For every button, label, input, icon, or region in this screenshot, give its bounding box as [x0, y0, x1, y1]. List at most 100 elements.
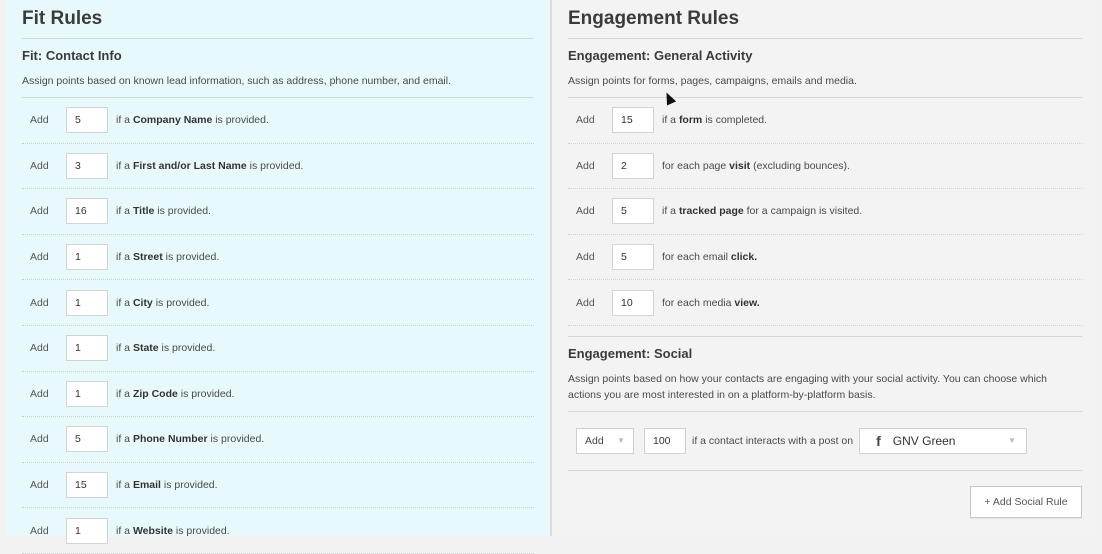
rule-row: Add 5 if a Phone Number is provided. [22, 417, 534, 463]
social-points-input[interactable]: 100 [644, 427, 686, 454]
rule-points-input[interactable]: 1 [66, 335, 108, 362]
rule-text-pre: for each page [662, 159, 730, 172]
rule-text: if a form is completed. [662, 114, 767, 126]
rule-row: Add 1 if a State is provided. [22, 326, 534, 372]
rule-points-input[interactable]: 3 [66, 152, 108, 179]
rule-field-name: Phone Number [132, 433, 208, 446]
rule-field-name: Website [132, 524, 174, 537]
rule-text-pre: if a [116, 433, 133, 446]
rule-text: if a Phone Number is provided. [116, 433, 264, 445]
rule-row: Add 3 if a First and/or Last Name is provi… [22, 144, 534, 190]
rule-add-label: Add [30, 296, 49, 309]
rule-points-input[interactable]: 1 [66, 517, 108, 544]
rule-points-input[interactable]: 15 [612, 107, 654, 134]
rule-text-post: is completed. [702, 114, 768, 127]
fit-rules-list: Add 5 if a Company Name is provided. Add 3 if… [22, 98, 534, 554]
rule-points-input[interactable]: 5 [66, 107, 108, 134]
rule-text-post: for a campaign is visited. [743, 205, 863, 218]
rule-add-label: Add [576, 114, 595, 127]
facebook-icon: f [876, 432, 881, 449]
rule-add-label: Add [30, 342, 49, 355]
rule-field-name: visit [729, 159, 751, 172]
rule-row: Add 15 if a Email is provided. [22, 463, 534, 509]
rule-text-post: is provided. [154, 205, 211, 218]
engagement-social-title: Engagement: Social [568, 335, 1082, 362]
rule-text: if a Zip Code is provided. [116, 388, 234, 400]
rule-row: Add 10 for each media view. [568, 280, 1082, 326]
rule-field-name: State [132, 342, 159, 355]
rule-text: if a City is provided. [116, 297, 209, 309]
rule-text-post: is provided. [162, 251, 220, 264]
rule-text-post: is provided. [160, 479, 218, 492]
rule-add-label: Add [576, 159, 595, 172]
rule-text-pre: if a [116, 296, 133, 309]
rule-text-pre: if a [116, 114, 133, 127]
rule-text: if a Title is provided. [116, 205, 211, 217]
rule-add-label: Add [576, 251, 595, 264]
rule-text-pre: for each email [662, 251, 731, 264]
engagement-general-desc: Assign points for forms, pages, campaign… [568, 73, 1082, 98]
social-rule-row: Add ▼ 100 if a contact interacts with a … [568, 412, 1082, 471]
rule-text: if a Company Name is provided. [116, 114, 269, 126]
social-add-select-value: Add [585, 434, 604, 447]
rule-text: if a tracked page for a campaign is visi… [662, 205, 862, 217]
rule-points-input[interactable]: 5 [612, 244, 654, 271]
rule-points-input[interactable]: 1 [66, 289, 108, 316]
rule-field-name: Company Name [132, 114, 213, 127]
rule-points-input[interactable]: 1 [66, 244, 108, 271]
rule-add-label: Add [30, 114, 49, 127]
engagement-general-title: Engagement: General Activity [568, 48, 753, 63]
rule-text-pre: if a [116, 159, 133, 172]
fit-rules-title: Fit Rules [22, 0, 534, 39]
rule-add-label: Add [30, 387, 49, 400]
social-platform-value: GNV Green [892, 433, 956, 448]
chevron-down-icon: ▼ [617, 436, 625, 446]
rule-add-label: Add [576, 296, 595, 309]
rule-add-label: Add [30, 205, 49, 218]
rule-text: if a Email is provided. [116, 479, 218, 491]
rule-text-pre: if a [116, 524, 133, 537]
rule-points-input[interactable]: 1 [66, 380, 108, 407]
rule-row: Add 5 if a Company Name is provided. [22, 98, 534, 144]
rule-add-label: Add [30, 251, 49, 264]
rule-field-name: view. [734, 296, 760, 309]
rule-row: Add 1 if a City is provided. [22, 280, 534, 326]
rule-add-label: Add [30, 159, 49, 172]
fit-rules-panel: Fit Rules Fit: Contact Info Assign point… [6, 0, 550, 554]
rule-text-post: is provided. [207, 433, 265, 446]
rule-points-input[interactable]: 15 [66, 472, 108, 499]
rule-text-post: is provided. [177, 387, 235, 400]
rule-row: Add 1 if a Zip Code is provided. [22, 372, 534, 418]
rule-text-pre: if a [116, 342, 133, 355]
rule-row: Add 16 if a Title is provided. [22, 189, 534, 235]
rule-text: if a First and/or Last Name is provided. [116, 160, 303, 172]
rule-row: Add 5 for each email click. [568, 235, 1082, 281]
rule-add-label: Add [30, 433, 49, 446]
rule-text-pre: if a [662, 205, 679, 218]
rule-text-pre: if a [662, 114, 679, 127]
rule-add-label: Add [30, 524, 49, 537]
rule-row: Add 15 if a form is completed. [568, 98, 1082, 144]
social-add-select[interactable]: Add ▼ [576, 427, 634, 454]
social-rule-text: if a contact interacts with a post on [692, 434, 854, 447]
rule-points-input[interactable]: 10 [612, 289, 654, 316]
fit-contact-info-desc: Assign points based on known lead inform… [22, 73, 534, 98]
rule-points-input[interactable]: 16 [66, 198, 108, 225]
rule-points-input[interactable]: 2 [612, 152, 654, 179]
social-platform-select[interactable]: f GNV Green ▼ [859, 427, 1028, 454]
rule-text: for each page visit (excluding bounces). [662, 160, 850, 172]
rule-field-name: Email [132, 479, 161, 492]
engagement-rules-panel: Engagement Rules Engagement: General Act… [552, 0, 1098, 536]
rule-field-name: form [678, 114, 703, 127]
rule-points-input[interactable]: 5 [612, 198, 654, 225]
chevron-down-icon: ▼ [1008, 436, 1017, 446]
rule-row: Add 1 if a Street is provided. [22, 235, 534, 281]
add-social-rule-button[interactable]: + Add Social Rule [970, 486, 1082, 518]
rule-text: for each email click. [662, 251, 757, 263]
rule-row: Add 2 for each page visit (excluding bounc… [568, 144, 1082, 190]
rule-points-input[interactable]: 5 [66, 426, 108, 453]
rule-text-pre: if a [116, 479, 133, 492]
rule-field-name: tracked page [678, 205, 744, 218]
rule-text-pre: if a [116, 387, 133, 400]
rule-add-label: Add [30, 479, 49, 492]
